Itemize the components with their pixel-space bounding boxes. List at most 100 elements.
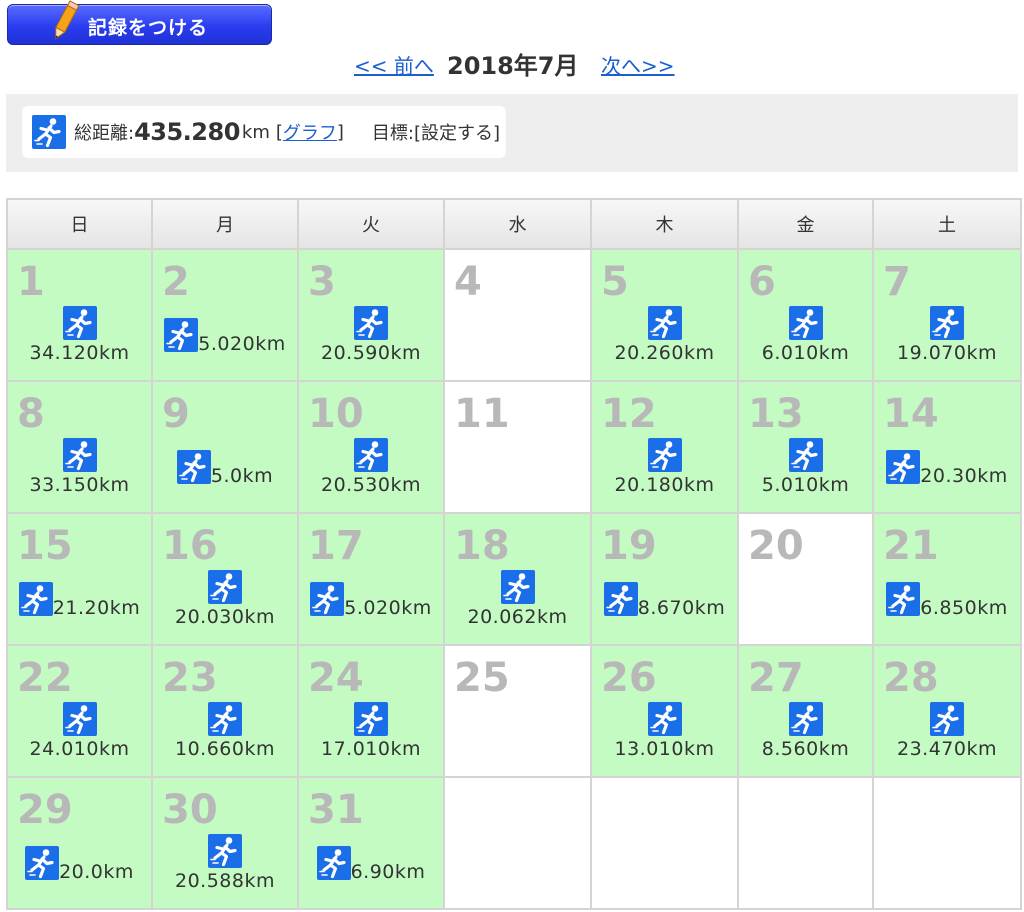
calendar-day-cell[interactable]: 13 5.010km bbox=[737, 380, 874, 514]
calendar-day-cell[interactable]: 17 5.020km bbox=[297, 512, 445, 646]
run-distance: 6.850km bbox=[920, 597, 1008, 619]
calendar-day-cell[interactable]: 21 6.850km bbox=[872, 512, 1022, 646]
calendar-day-cell[interactable]: 24 17.010km bbox=[297, 644, 445, 778]
calendar: 日 月 火 水 木 金 土 1 34.120km 2 5.020km 3 20.590km… bbox=[6, 198, 1022, 910]
calendar-day-cell[interactable]: 20 bbox=[737, 512, 874, 646]
calendar-day-cell[interactable]: 29 20.0km bbox=[6, 776, 153, 910]
calendar-body: 1 34.120km 2 5.020km 3 20.590km 4 5 20.260km 6 6.0… bbox=[6, 248, 1022, 910]
run-entry[interactable]: 20.062km bbox=[445, 570, 590, 628]
calendar-day-cell[interactable]: 5 20.260km bbox=[590, 248, 739, 382]
month-navigation: << 前へ 2018年7月 次へ>> bbox=[0, 44, 1024, 80]
run-entry[interactable]: 5.020km bbox=[153, 318, 297, 355]
calendar-day-cell[interactable]: 28 23.470km bbox=[872, 644, 1022, 778]
day-number: 21 bbox=[883, 523, 939, 569]
calendar-day-cell[interactable]: 4 bbox=[443, 248, 592, 382]
calendar-day-cell[interactable]: 10 20.530km bbox=[297, 380, 445, 514]
prev-month-link[interactable]: << 前へ bbox=[354, 50, 434, 79]
run-entry[interactable]: 21.20km bbox=[8, 582, 151, 619]
run-entry[interactable]: 5.010km bbox=[739, 438, 872, 496]
calendar-day-cell[interactable]: 1 34.120km bbox=[6, 248, 153, 382]
calendar-day-cell[interactable]: 9 5.0km bbox=[151, 380, 299, 514]
running-person-icon bbox=[316, 846, 351, 880]
calendar-day-cell[interactable]: 25 bbox=[443, 644, 592, 778]
calendar-day-cell[interactable]: 22 24.010km bbox=[6, 644, 153, 778]
day-number: 2 bbox=[162, 259, 190, 305]
run-entry[interactable]: 20.590km bbox=[299, 306, 443, 364]
calendar-day-cell[interactable]: 15 21.20km bbox=[6, 512, 153, 646]
run-entry[interactable]: 20.180km bbox=[592, 438, 737, 496]
run-distance: 17.010km bbox=[321, 738, 421, 760]
day-number: 20 bbox=[748, 523, 804, 569]
calendar-day-cell[interactable]: 26 13.010km bbox=[590, 644, 739, 778]
record-button-label: 記録をつける bbox=[88, 17, 209, 39]
calendar-day-cell[interactable]: 3 20.590km bbox=[297, 248, 445, 382]
next-month-link[interactable]: 次へ>> bbox=[601, 50, 675, 79]
calendar-week-row: 8 33.150km 9 5.0km 10 20.530km 11 12 20.180km 13 5… bbox=[6, 380, 1022, 514]
run-entry[interactable]: 33.150km bbox=[8, 438, 151, 496]
run-distance: 5.020km bbox=[198, 333, 286, 355]
run-entry[interactable]: 20.30km bbox=[874, 450, 1020, 487]
run-distance: 34.120km bbox=[29, 342, 130, 364]
run-entry[interactable]: 5.0km bbox=[153, 450, 297, 487]
calendar-day-cell[interactable]: 12 20.180km bbox=[590, 380, 739, 514]
calendar-day-cell[interactable]: 6 6.010km bbox=[737, 248, 874, 382]
graph-link[interactable]: グラフ bbox=[283, 119, 337, 145]
weekday-header: 土 bbox=[872, 198, 1022, 250]
weekday-header: 木 bbox=[590, 198, 739, 250]
goal-label: 目標: bbox=[371, 123, 414, 144]
run-distance: 5.0km bbox=[210, 465, 274, 487]
weekday-header: 月 bbox=[151, 198, 299, 250]
running-person-icon bbox=[208, 834, 242, 868]
running-person-icon bbox=[354, 702, 388, 736]
run-entry[interactable]: 8.670km bbox=[592, 582, 737, 619]
run-entry[interactable]: 5.020km bbox=[299, 582, 443, 619]
run-entry[interactable]: 20.588km bbox=[153, 834, 297, 892]
run-entry[interactable]: 10.660km bbox=[153, 702, 297, 760]
calendar-day-cell[interactable]: 16 20.030km bbox=[151, 512, 299, 646]
run-entry[interactable]: 34.120km bbox=[8, 306, 151, 364]
calendar-day-cell[interactable]: 18 20.062km bbox=[443, 512, 592, 646]
day-number: 7 bbox=[883, 259, 911, 305]
day-number: 13 bbox=[748, 391, 804, 437]
run-entry[interactable]: 17.010km bbox=[299, 702, 443, 760]
total-distance-label: 総距離: bbox=[74, 123, 135, 144]
calendar-day-cell[interactable]: 11 bbox=[443, 380, 592, 514]
run-entry[interactable]: 6.90km bbox=[299, 846, 443, 883]
run-distance: 20.588km bbox=[175, 870, 275, 892]
run-entry[interactable]: 23.470km bbox=[874, 702, 1020, 760]
calendar-day-cell[interactable]: 2 5.020km bbox=[151, 248, 299, 382]
run-entry[interactable]: 19.070km bbox=[874, 306, 1020, 364]
run-entry[interactable]: 20.0km bbox=[8, 846, 151, 883]
run-entry[interactable]: 20.530km bbox=[299, 438, 443, 496]
calendar-day-cell[interactable]: 19 8.670km bbox=[590, 512, 739, 646]
calendar-day-cell[interactable]: 27 8.560km bbox=[737, 644, 874, 778]
run-distance: 6.010km bbox=[761, 342, 850, 364]
day-number: 28 bbox=[883, 655, 939, 701]
running-person-icon bbox=[930, 306, 964, 340]
calendar-day-cell[interactable]: 31 6.90km bbox=[297, 776, 445, 910]
day-number: 22 bbox=[17, 655, 73, 701]
run-distance: 10.660km bbox=[175, 738, 275, 760]
run-entry[interactable]: 24.010km bbox=[8, 702, 151, 760]
running-person-icon bbox=[208, 702, 242, 736]
run-entry[interactable]: 13.010km bbox=[592, 702, 737, 760]
running-person-icon bbox=[62, 306, 97, 340]
running-person-icon bbox=[886, 450, 921, 484]
run-entry[interactable]: 20.260km bbox=[592, 306, 737, 364]
calendar-day-cell[interactable]: 23 10.660km bbox=[151, 644, 299, 778]
run-entry[interactable]: 8.560km bbox=[739, 702, 872, 760]
weekday-header: 水 bbox=[443, 198, 592, 250]
run-entry[interactable]: 20.030km bbox=[153, 570, 297, 628]
run-entry[interactable]: 6.010km bbox=[739, 306, 872, 364]
calendar-day-cell[interactable]: 30 20.588km bbox=[151, 776, 299, 910]
goal-setting-link[interactable]: [設定する] bbox=[414, 119, 500, 145]
calendar-day-cell[interactable]: 8 33.150km bbox=[6, 380, 153, 514]
record-button[interactable]: 記録をつける bbox=[7, 0, 272, 45]
running-person-icon bbox=[176, 450, 211, 484]
total-distance-value: 435.280 bbox=[134, 118, 240, 146]
run-distance: 23.470km bbox=[897, 738, 997, 760]
calendar-day-cell[interactable]: 14 20.30km bbox=[872, 380, 1022, 514]
run-entry[interactable]: 6.850km bbox=[874, 582, 1020, 619]
calendar-day-cell[interactable]: 7 19.070km bbox=[872, 248, 1022, 382]
day-number: 14 bbox=[883, 391, 939, 437]
